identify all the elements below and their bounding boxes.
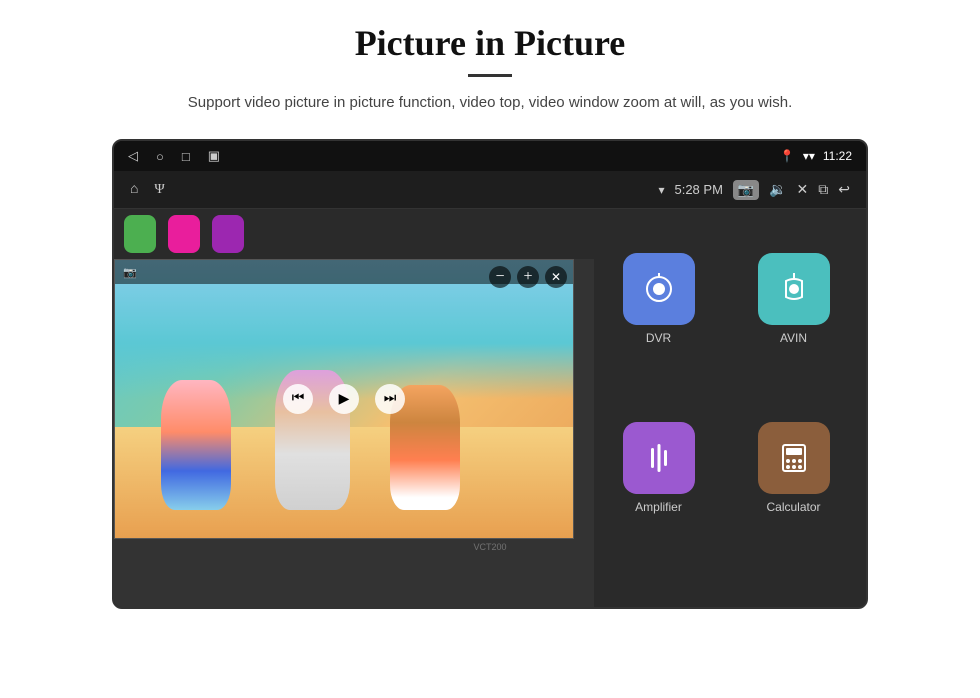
video-area: 📷 − + ✕ ⏮ ▶ ⏭ <box>114 209 594 607</box>
secondary-bar-left: ⌂ Ψ <box>130 182 165 198</box>
amplifier-icon-box <box>623 422 695 494</box>
wifi-bar-icon: ▾ <box>658 183 664 197</box>
avin-label: AVIN <box>780 331 807 345</box>
page-container: Picture in Picture Support video picture… <box>0 0 980 698</box>
pip-window[interactable]: 📷 − + ✕ ⏮ ▶ ⏭ <box>114 259 574 539</box>
secondary-bar-right: ▾ 5:28 PM 📷 🔉 ✕ ⧉ ↩ <box>658 180 850 200</box>
status-bar-left: ◁ ○ □ ▣ <box>128 148 220 164</box>
home-icon[interactable]: ○ <box>156 149 164 164</box>
avin-icon <box>758 253 830 325</box>
pip-controls-overlay: ⏮ ▶ ⏭ <box>283 384 405 414</box>
amplifier-app[interactable]: Amplifier <box>596 388 721 547</box>
pip-camera-icon: 📷 <box>123 266 137 279</box>
pip-next-btn[interactable]: ⏭ <box>375 384 405 414</box>
home-bar-icon[interactable]: ⌂ <box>130 182 138 198</box>
watermark: VCT200 <box>473 542 506 552</box>
secondary-clock: 5:28 PM <box>674 182 722 197</box>
title-divider <box>468 74 512 77</box>
back-icon[interactable]: ◁ <box>128 148 138 164</box>
amplifier-label: Amplifier <box>635 500 682 514</box>
calculator-label: Calculator <box>766 500 820 514</box>
volume-icon[interactable]: 🔉 <box>769 181 786 198</box>
camera-icon[interactable]: 📷 <box>733 180 759 200</box>
figure-1 <box>161 380 231 510</box>
status-bar-right: 📍 ▾▾ 11:22 <box>780 149 852 163</box>
secondary-bar: ⌂ Ψ ▾ 5:28 PM 📷 🔉 ✕ ⧉ ↩ <box>114 171 866 209</box>
pink-app-btn[interactable] <box>168 215 200 253</box>
pip-play-btn[interactable]: ▶ <box>329 384 359 414</box>
recent-icon[interactable]: □ <box>182 149 190 164</box>
pip-prev-btn[interactable]: ⏮ <box>283 384 313 414</box>
wifi-icon: ▾▾ <box>803 149 815 163</box>
location-icon: 📍 <box>780 149 795 163</box>
usb-icon: Ψ <box>154 182 164 198</box>
pip-close-btn[interactable]: ✕ <box>545 266 567 288</box>
main-content: 📷 − + ✕ ⏮ ▶ ⏭ <box>114 209 866 607</box>
page-subtitle: Support video picture in picture functio… <box>140 91 840 115</box>
clock-display: 11:22 <box>823 149 852 163</box>
apps-grid: DVR AVIN <box>586 209 866 557</box>
top-apps-row <box>114 209 594 259</box>
purple-app-btn[interactable] <box>212 215 244 253</box>
calculator-app[interactable]: Calculator <box>731 388 856 547</box>
screenshot-icon[interactable]: ▣ <box>208 148 220 164</box>
back-bar-icon[interactable]: ↩ <box>838 181 850 198</box>
dvr-app[interactable]: DVR <box>596 219 721 378</box>
page-title: Picture in Picture <box>60 22 920 64</box>
pip-size-controls: − + ✕ <box>489 266 567 288</box>
close-bar-icon[interactable]: ✕ <box>797 181 809 198</box>
status-bar: ◁ ○ □ ▣ 📍 ▾▾ 11:22 <box>114 141 866 171</box>
header-section: Picture in Picture Support video picture… <box>0 0 980 125</box>
avin-app[interactable]: AVIN <box>731 219 856 378</box>
pip-plus-btn[interactable]: + <box>517 266 539 288</box>
window-icon[interactable]: ⧉ <box>818 181 828 198</box>
green-app-btn[interactable] <box>124 215 156 253</box>
dvr-icon <box>623 253 695 325</box>
dvr-label: DVR <box>646 331 671 345</box>
device-frame: ◁ ○ □ ▣ 📍 ▾▾ 11:22 ⌂ Ψ ▾ 5:28 PM 📷 🔉 <box>112 139 868 609</box>
calculator-icon-box <box>758 422 830 494</box>
pip-minus-btn[interactable]: − <box>489 266 511 288</box>
